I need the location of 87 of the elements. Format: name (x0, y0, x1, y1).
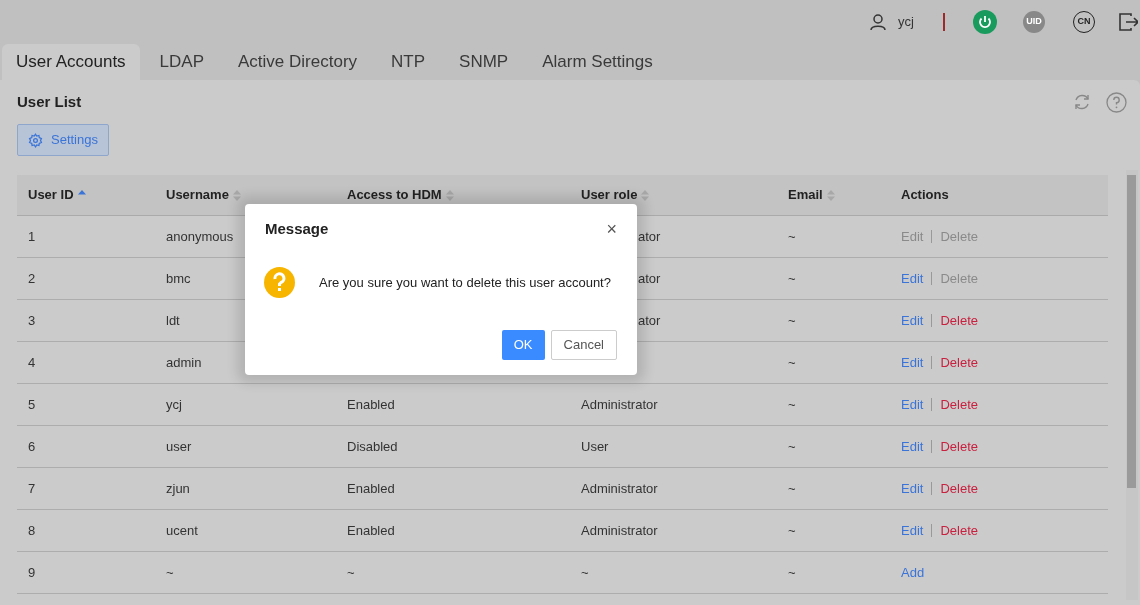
help-icon[interactable] (1106, 91, 1127, 113)
user-icon (870, 13, 887, 31)
table-cell: ldt (166, 312, 180, 328)
table-cell: anonymous (166, 228, 234, 244)
delete-link[interactable]: Delete (940, 436, 978, 457)
gear-icon (28, 132, 43, 148)
add-link[interactable]: Add (901, 562, 925, 583)
table-cell: ~ (788, 312, 796, 328)
table-cell: ~ (166, 564, 174, 580)
table-cell: ~ (347, 564, 355, 580)
table-cell: ~ (788, 270, 796, 286)
table-cell: ~ (788, 354, 796, 370)
tab[interactable]: Alarm Settings (528, 44, 667, 80)
edit-link[interactable]: Edit (901, 268, 924, 289)
table-cell: 4 (28, 354, 36, 370)
ok-button[interactable]: OK (501, 330, 545, 360)
tab[interactable]: User Accounts (2, 44, 140, 80)
close-button[interactable]: × (606, 215, 617, 243)
tab[interactable]: SNMP (445, 44, 523, 80)
delete-link[interactable]: Delete (940, 394, 978, 415)
table-cell: ator (638, 312, 661, 328)
table-cell: 9 (28, 564, 36, 580)
table-cell: ~ (788, 480, 796, 496)
settings-button[interactable]: Settings (17, 124, 109, 156)
sort-icon[interactable] (232, 189, 241, 201)
table-cell: ~ (788, 228, 796, 244)
logout-icon[interactable] (1118, 12, 1138, 32)
table-cell: ~ (788, 564, 796, 580)
table-cell: Enabled (347, 396, 395, 412)
table-cell: bmc (166, 270, 191, 286)
table-cell: admin (166, 354, 202, 370)
table-cell: ~ (788, 438, 796, 454)
username-label[interactable]: ycj (898, 12, 914, 32)
table-cell: ycj (166, 396, 182, 412)
table-cell: 6 (28, 438, 36, 454)
delete-link[interactable]: Delete (940, 352, 978, 373)
dialog-title: Message (265, 218, 329, 239)
column-header: Email (788, 186, 823, 205)
delete-link[interactable]: Delete (940, 520, 978, 541)
table-cell: Administrator (581, 480, 658, 496)
uid-button[interactable]: UID (1023, 11, 1045, 33)
scrollbar-thumb[interactable] (1127, 175, 1136, 488)
table-cell: ator (638, 270, 661, 286)
table-cell: Administrator (581, 396, 658, 412)
tab[interactable]: NTP (377, 44, 440, 80)
edit-link[interactable]: Edit (901, 394, 924, 415)
column-header: Access to HDM (347, 186, 442, 205)
table-cell: ~ (788, 522, 796, 538)
column-header: User role (581, 186, 638, 205)
edit-link[interactable]: Edit (901, 520, 924, 541)
column-header: Username (166, 186, 229, 205)
table-cell: Administrator (581, 522, 658, 538)
edit-link[interactable]: Edit (901, 478, 924, 499)
table-cell: 5 (28, 396, 36, 412)
table-cell: user (166, 438, 192, 454)
sort-icon[interactable] (641, 189, 650, 201)
table-cell: 2 (28, 270, 36, 286)
table-cell: Enabled (347, 522, 395, 538)
dialog-message: Are you sure you want to delete this user account? (319, 273, 611, 292)
table-cell: ator (638, 228, 661, 244)
cancel-button[interactable]: Cancel (550, 330, 617, 360)
edit-link[interactable]: Edit (901, 436, 924, 457)
sort-icon[interactable] (826, 189, 835, 201)
table-cell: Disabled (347, 438, 398, 454)
tab[interactable]: LDAP (145, 44, 219, 80)
table-cell: 7 (28, 480, 36, 496)
table-cell: 1 (28, 228, 36, 244)
table-cell: 3 (28, 312, 36, 328)
delete-link[interactable]: Delete (940, 478, 978, 499)
table-cell: ~ (788, 396, 796, 412)
table-cell: ucent (166, 522, 198, 538)
edit-link[interactable]: Edit (901, 310, 924, 331)
column-header: User ID (28, 186, 74, 205)
column-header: Actions (901, 186, 949, 205)
edit-link[interactable]: Edit (901, 352, 924, 373)
table-cell: Enabled (347, 480, 395, 496)
table-cell: ~ (581, 564, 589, 580)
question-icon (264, 267, 295, 298)
sort-icon[interactable] (445, 189, 454, 201)
delete-link[interactable]: Delete (940, 310, 978, 331)
table-cell: User (581, 438, 609, 454)
table-cell: 8 (28, 522, 36, 538)
refresh-icon[interactable] (1072, 92, 1092, 112)
power-icon[interactable] (973, 10, 997, 34)
panel-title: User List (17, 91, 82, 112)
tab[interactable]: Active Directory (224, 44, 372, 80)
table-cell: zjun (166, 480, 190, 496)
